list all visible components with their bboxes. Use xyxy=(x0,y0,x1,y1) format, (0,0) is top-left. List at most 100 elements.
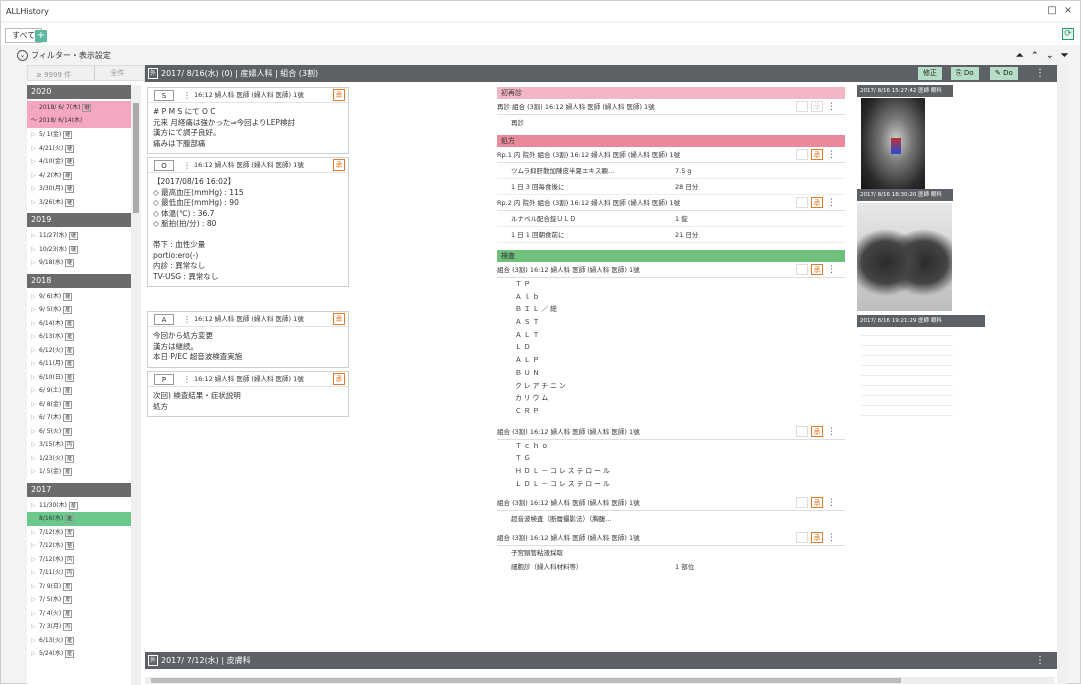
expand-arrow-icon[interactable]: ▷ xyxy=(31,553,39,566)
up-icon[interactable]: ⌃ xyxy=(1031,51,1039,61)
row-menu-icon[interactable]: ⋮ xyxy=(827,195,836,211)
expand-arrow-icon[interactable]: ▷ xyxy=(31,196,39,209)
year-header[interactable]: 2020 xyxy=(27,85,131,99)
refresh-icon[interactable]: ⟳ xyxy=(1062,28,1074,40)
history-item[interactable]: ▷ 1/ 5(金) 産 xyxy=(27,465,131,479)
expand-arrow-icon[interactable]: ▷ xyxy=(31,182,39,195)
ultrasound-image[interactable] xyxy=(861,98,925,192)
do-button-1[interactable]: ⎘ Do xyxy=(951,67,979,80)
expand-arrow-icon[interactable]: ▷ xyxy=(31,539,39,552)
expand-arrow-icon[interactable]: ▷ xyxy=(31,526,39,539)
row-menu-icon[interactable]: ⋮ xyxy=(827,424,836,440)
history-item[interactable]: ▷ 3/26(木) 継 xyxy=(27,196,131,210)
history-item[interactable]: ▷ 6/11(月) 産 xyxy=(27,357,131,371)
sidebar-scrollbar[interactable] xyxy=(131,85,141,685)
history-item[interactable]: ▷ 1/23(火) 産 xyxy=(27,452,131,466)
expand-arrow-icon[interactable]: ▷ xyxy=(31,128,39,141)
check-box[interactable] xyxy=(796,532,808,544)
chest-xray-image[interactable] xyxy=(857,203,952,311)
history-item[interactable]: ▷ 5/ 1(金) 継 xyxy=(27,128,131,142)
expand-arrow-icon[interactable]: ▷ xyxy=(31,317,39,330)
history-item[interactable]: ▷ 7/11(火) 内 xyxy=(27,566,131,580)
add-tab-button[interactable]: + xyxy=(35,30,47,42)
expand-arrow-icon[interactable]: ▷ xyxy=(31,344,39,357)
edit-button[interactable]: 修正 xyxy=(918,67,942,80)
expand-arrow-icon[interactable]: ▷ xyxy=(31,620,39,633)
expand-arrow-icon[interactable]: ▷ xyxy=(31,229,39,242)
soap-menu-icon[interactable]: ⋮ xyxy=(183,312,191,327)
history-item[interactable]: ▷ 6/ 8(金) 産 xyxy=(27,398,131,412)
history-item[interactable]: ▷ 10/23(水) 継 xyxy=(27,243,131,257)
history-item[interactable]: ▷ 7/12(水) 整 xyxy=(27,539,131,553)
history-item[interactable]: ▷ 7/12(水) 内 xyxy=(27,553,131,567)
next-record-header[interactable]: 外 2017/ 7/12(水) | 皮膚科 ⋮ xyxy=(145,652,1057,669)
down-icon[interactable]: ⌄ xyxy=(1046,51,1054,61)
history-item[interactable]: ▷ 9/ 5(水) 産 xyxy=(27,303,131,317)
show-all-button[interactable]: 全件 xyxy=(94,66,140,80)
expand-arrow-icon[interactable]: ▷ xyxy=(31,330,39,343)
filter-settings-link[interactable]: フィルター・表示設定 xyxy=(31,50,111,61)
soap-menu-icon[interactable]: ⋮ xyxy=(183,372,191,387)
horizontal-scrollbar[interactable] xyxy=(145,677,1055,684)
expand-arrow-icon[interactable]: ▷ xyxy=(31,512,39,525)
history-item[interactable]: ▷ 4/21(火) 継 xyxy=(27,142,131,156)
history-item[interactable]: ▷ 6/12(火) 産 xyxy=(27,344,131,358)
expand-arrow-icon[interactable]: ▷ xyxy=(31,256,39,269)
history-item[interactable]: ▷ 11/30(木) 産 xyxy=(27,499,131,513)
history-item[interactable]: ▷ 6/ 5(火) 産 xyxy=(27,425,131,439)
close-button[interactable]: × xyxy=(1062,5,1074,16)
history-item[interactable]: ▷ 4/10(金) 継 xyxy=(27,155,131,169)
expand-arrow-icon[interactable]: ▷ xyxy=(31,398,39,411)
expand-arrow-icon[interactable]: ▷ xyxy=(31,607,39,620)
ecg-image[interactable] xyxy=(861,333,953,425)
history-item[interactable]: ▷ 6/10(日) 産 xyxy=(27,371,131,385)
history-item[interactable]: ▷ 5/24(水) 産 xyxy=(27,647,131,661)
approve-stamp[interactable]: 承 xyxy=(333,159,345,171)
row-menu-icon[interactable]: ⋮ xyxy=(827,530,836,546)
approve-stamp[interactable]: 承 xyxy=(333,89,345,101)
expand-arrow-icon[interactable]: ▷ xyxy=(31,371,39,384)
approve-stamp[interactable]: 承 xyxy=(811,197,823,208)
history-item[interactable]: ▷ 3/30(月) 継 xyxy=(27,182,131,196)
history-item[interactable]: ▷ 6/13(火) 産 xyxy=(27,634,131,648)
expand-arrow-icon[interactable]: ▷ xyxy=(31,169,39,182)
check-box[interactable] xyxy=(796,425,808,437)
jump-bottom-icon[interactable]: ⏷ xyxy=(1061,51,1068,61)
history-item[interactable]: ▷ 9/ 6(木) 継 xyxy=(27,290,131,304)
expand-arrow-icon[interactable]: ▷ xyxy=(31,155,39,168)
expand-arrow-icon[interactable]: ▷ xyxy=(31,290,39,303)
expand-arrow-icon[interactable]: ▷ xyxy=(31,357,39,370)
expand-arrow-icon[interactable]: ▷ xyxy=(31,566,39,579)
more-icon[interactable]: ⋮ xyxy=(1035,652,1045,669)
hscroll-thumb[interactable] xyxy=(151,678,901,683)
expand-arrow-icon[interactable]: ▷ xyxy=(31,243,39,256)
history-item[interactable]: ▷ 6/ 9(土) 産 xyxy=(27,384,131,398)
expand-arrow-icon[interactable]: ▷ xyxy=(31,438,39,451)
expand-arrow-icon[interactable]: ▷ xyxy=(31,634,39,647)
expand-arrow-icon[interactable]: ▷ xyxy=(31,411,39,424)
history-item[interactable]: ▷ 8/16(水) 産 xyxy=(27,512,131,526)
row-menu-icon[interactable]: ⋮ xyxy=(827,262,836,278)
expand-arrow-icon[interactable]: ▷ xyxy=(31,303,39,316)
more-icon[interactable]: ⋮ xyxy=(1035,65,1045,82)
row-menu-icon[interactable]: ⋮ xyxy=(827,495,836,511)
check-box[interactable] xyxy=(796,497,808,509)
row-menu-icon[interactable]: ⋮ xyxy=(827,99,836,115)
soap-menu-icon[interactable]: ⋮ xyxy=(183,88,191,103)
history-item[interactable]: ▷ 6/13(水) 産 xyxy=(27,330,131,344)
approve-stamp[interactable]: 承 xyxy=(811,532,823,544)
soap-menu-icon[interactable]: ⋮ xyxy=(183,158,191,173)
expand-arrow-icon[interactable]: ▷ xyxy=(31,425,39,438)
history-item[interactable]: ▷ 3/15(木) 内 xyxy=(27,438,131,452)
approve-stamp[interactable]: 承 xyxy=(811,264,823,275)
expand-arrow-icon[interactable]: ▷ xyxy=(31,580,39,593)
history-item[interactable]: ▷ 11/27(水) 継 xyxy=(27,229,131,243)
expand-arrow-icon[interactable]: ▷ xyxy=(31,384,39,397)
expand-arrow-icon[interactable]: ▷ xyxy=(31,465,39,478)
filter-toggle-icon[interactable]: ⌄ xyxy=(17,50,28,61)
maximize-button[interactable]: □ xyxy=(1046,5,1058,16)
history-item[interactable]: ▷ 7/ 3(月) 内 xyxy=(27,620,131,634)
approve-stamp[interactable]: 承 xyxy=(811,497,823,509)
approve-stamp[interactable]: 承 xyxy=(811,425,823,437)
year-header[interactable]: 2018 xyxy=(27,273,131,288)
